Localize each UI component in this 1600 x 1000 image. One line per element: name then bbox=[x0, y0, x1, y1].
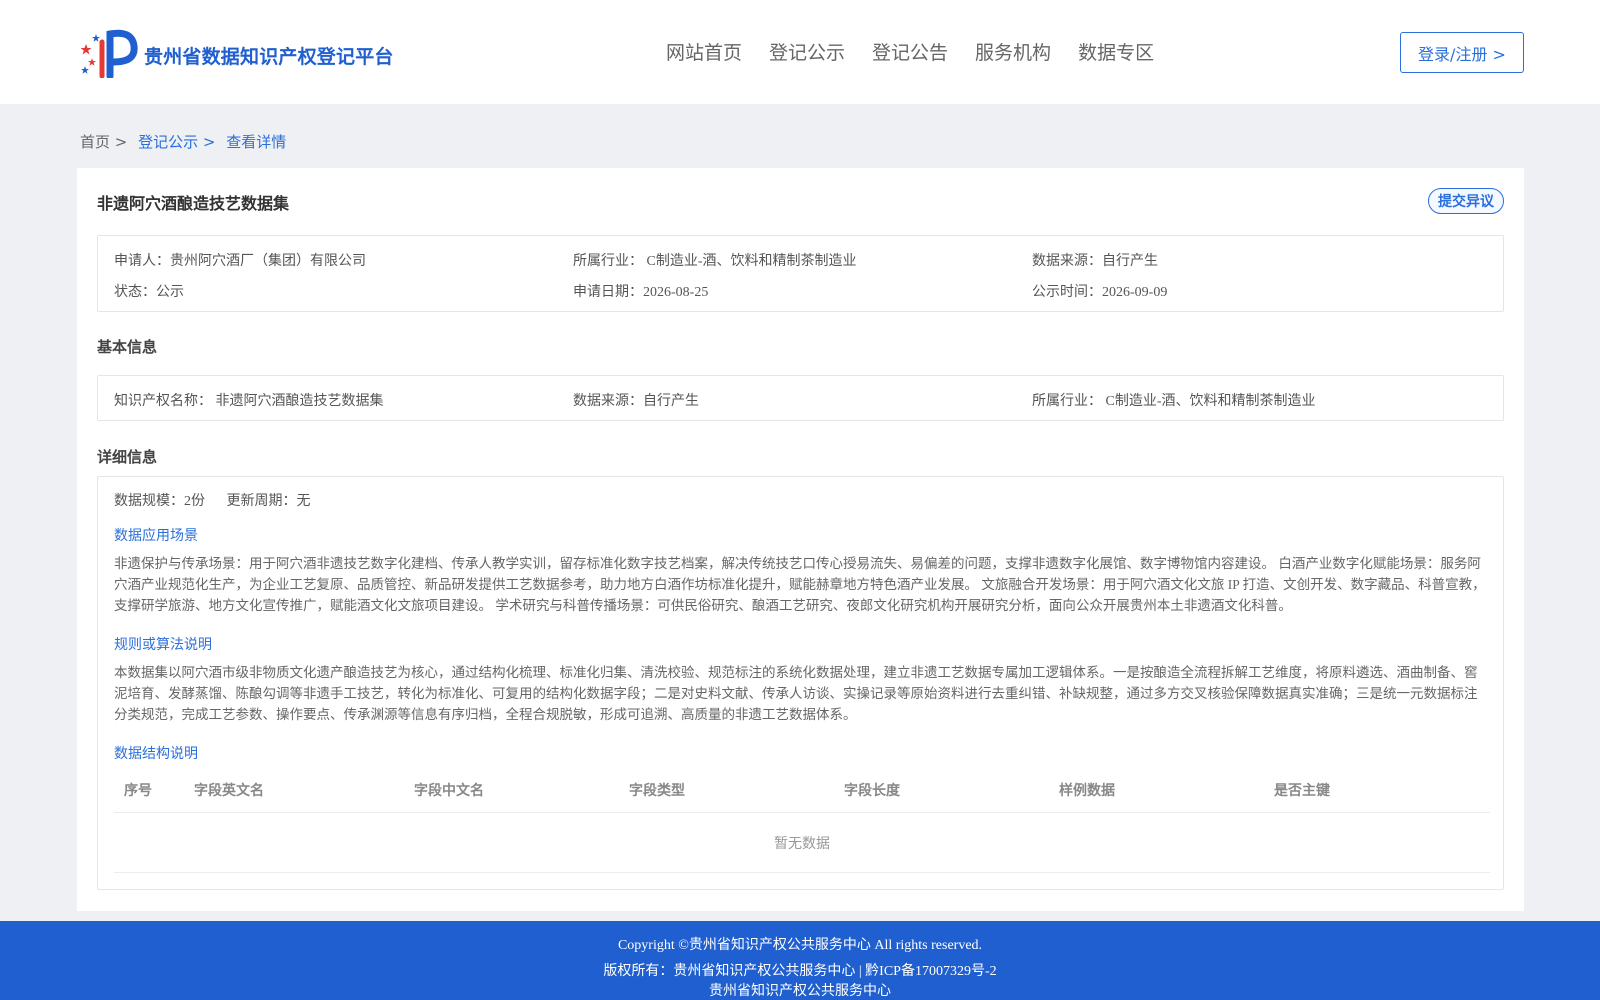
source-field: 数据来源：自行产生 bbox=[1032, 254, 1158, 269]
submit-objection-button[interactable]: 提交异议 bbox=[1428, 188, 1504, 214]
detail-info-heading: 详细信息 bbox=[97, 448, 158, 466]
col-primary-key: 是否主键 bbox=[1274, 782, 1330, 799]
nav-data-zone[interactable]: 数据专区 bbox=[1078, 38, 1154, 65]
ip-name-field: 知识产权名称： 非遗阿穴酒酿造技艺数据集 bbox=[114, 394, 384, 409]
summary-box: 申请人：贵州阿穴酒厂（集团）有限公司 所属行业： C制造业-酒、饮料和精制茶制造… bbox=[97, 235, 1504, 312]
basic-info-box: 知识产权名称： 非遗阿穴酒酿造技艺数据集 数据来源：自行产生 所属行业： C制造… bbox=[97, 375, 1504, 421]
detail-card: 非遗阿穴酒酿造技艺数据集 提交异议 申请人：贵州阿穴酒厂（集团）有限公司 所属行… bbox=[77, 168, 1524, 911]
apply-date-field: 申请日期：2026-08-25 bbox=[573, 285, 709, 300]
footer-copyright: Copyright ©贵州省知识产权公共服务中心 All rights rese… bbox=[617, 938, 983, 953]
update-cycle-field: 更新周期：无 bbox=[226, 494, 311, 509]
footer-rights: 版权所有：贵州省知识产权公共服务中心 | 黔ICP备17007329号-2 bbox=[603, 964, 997, 979]
basic-info-heading: 基本信息 bbox=[97, 338, 158, 356]
footer-org: 贵州省知识产权公共服务中心 bbox=[709, 984, 891, 999]
applicant-field: 申请人：贵州阿穴酒厂（集团）有限公司 bbox=[114, 254, 366, 269]
col-field-type: 字段类型 bbox=[629, 782, 685, 799]
nav-registration-publicity[interactable]: 登记公示 bbox=[769, 38, 845, 65]
main-nav: 网站首页 登记公示 登记公告 服务机构 数据专区 bbox=[666, 38, 1181, 65]
data-scale-field: 数据规模：2份 bbox=[114, 494, 205, 509]
col-field-length: 字段长度 bbox=[844, 782, 900, 799]
footer: Copyright ©贵州省知识产权公共服务中心 All rights rese… bbox=[0, 921, 1600, 1000]
breadcrumb-publicity[interactable]: 登记公示 > bbox=[138, 133, 215, 151]
table-header: 序号 字段英文名 字段中文名 字段类型 字段长度 样例数据 是否主键 bbox=[114, 767, 1490, 813]
nav-registration-announcement[interactable]: 登记公告 bbox=[872, 38, 948, 65]
meta-line: 数据规模：2份 更新周期：无 bbox=[114, 490, 329, 510]
basic-industry-field: 所属行业： C制造业-酒、饮料和精制茶制造业 bbox=[1032, 394, 1316, 409]
table-empty-row: 暂无数据 bbox=[114, 813, 1490, 873]
industry-field: 所属行业： C制造业-酒、饮料和精制茶制造业 bbox=[573, 254, 857, 269]
detail-info-box: 数据规模：2份 更新周期：无 数据应用场景 非遗保护与传承场景：用于阿穴酒非遗技… bbox=[97, 476, 1504, 890]
site-title[interactable]: 贵州省数据知识产权登记平台 bbox=[144, 42, 394, 69]
structure-heading: 数据结构说明 bbox=[114, 747, 198, 762]
top-header: 贵州省数据知识产权登记平台 网站首页 登记公示 登记公告 服务机构 数据专区 登… bbox=[0, 0, 1600, 104]
col-english-name: 字段英文名 bbox=[194, 782, 264, 799]
nav-service-agencies[interactable]: 服务机构 bbox=[975, 38, 1051, 65]
basic-source-field: 数据来源：自行产生 bbox=[573, 394, 699, 409]
breadcrumb-home[interactable]: 首页 > bbox=[80, 133, 127, 151]
rule-heading: 规则或算法说明 bbox=[114, 638, 212, 653]
login-register-button[interactable]: 登录/注册 > bbox=[1400, 32, 1524, 73]
record-title: 非遗阿穴酒酿造技艺数据集 bbox=[97, 194, 290, 213]
nav-home[interactable]: 网站首页 bbox=[666, 38, 742, 65]
breadcrumb: 首页 > 登记公示 > 查看详情 bbox=[80, 131, 292, 152]
scenario-heading: 数据应用场景 bbox=[114, 529, 198, 544]
col-index: 序号 bbox=[124, 782, 152, 799]
structure-table: 序号 字段英文名 字段中文名 字段类型 字段长度 样例数据 是否主键 暂无数据 bbox=[114, 767, 1490, 873]
publish-date-field: 公示时间：2026-09-09 bbox=[1032, 285, 1168, 300]
col-chinese-name: 字段中文名 bbox=[414, 782, 484, 799]
scenario-text: 非遗保护与传承场景：用于阿穴酒非遗技艺数字化建档、传承人教学实训，留存标准化数字… bbox=[114, 556, 1486, 613]
rule-text: 本数据集以阿穴酒市级非物质文化遗产酿造技艺为核心，通过结构化梳理、标准化归集、清… bbox=[114, 665, 1478, 722]
platform-logo-icon[interactable] bbox=[80, 28, 138, 78]
col-sample-data: 样例数据 bbox=[1059, 782, 1115, 799]
breadcrumb-current: 查看详情 bbox=[226, 133, 287, 151]
status-field: 状态：公示 bbox=[114, 285, 184, 300]
